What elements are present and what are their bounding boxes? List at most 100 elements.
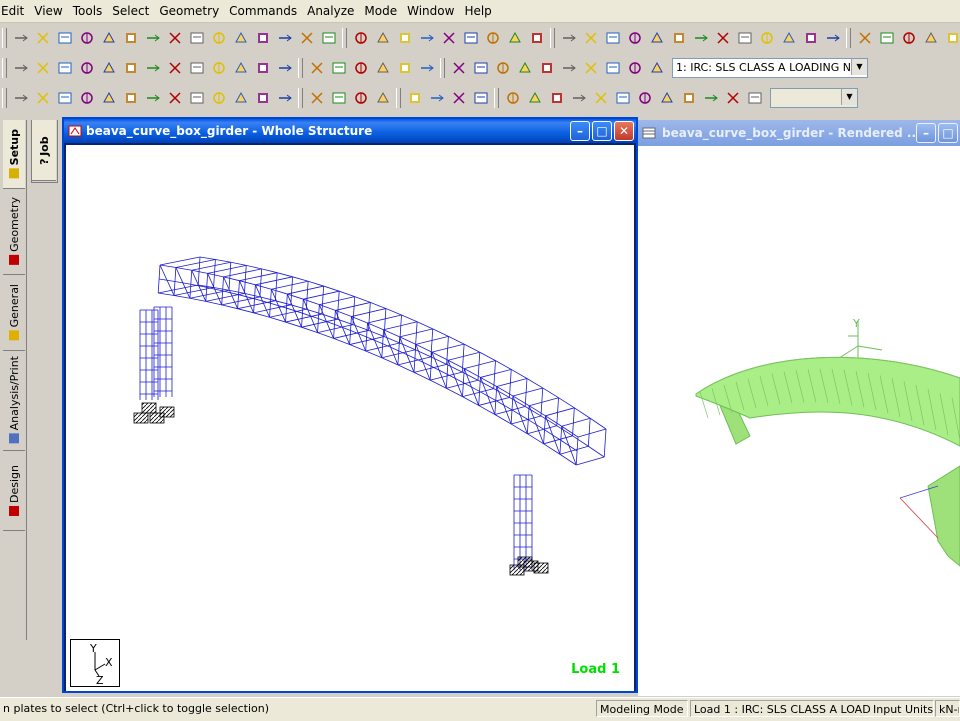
tool-row2-9-button[interactable]: [208, 57, 230, 79]
toolbar-grip[interactable]: [494, 87, 499, 108]
tool-row1-18-button[interactable]: [416, 27, 438, 49]
tool-row3-15-button[interactable]: [350, 87, 372, 109]
tool-row3-29-button[interactable]: [678, 87, 700, 109]
tool-row2-14-button[interactable]: [328, 57, 350, 79]
tool-row1-30-button[interactable]: [690, 27, 712, 49]
tool-row3-19-button[interactable]: [448, 87, 470, 109]
tool-row3-22-button[interactable]: [524, 87, 546, 109]
rendered-viewport[interactable]: Y: [638, 146, 960, 696]
menu-analyze[interactable]: Analyze: [302, 0, 359, 22]
tool-row2-25-button[interactable]: [580, 57, 602, 79]
tool-row1-9-button[interactable]: [208, 27, 230, 49]
tool-row1-13-button[interactable]: [296, 27, 318, 49]
tool-row1-26-button[interactable]: [602, 27, 624, 49]
tool-row1-36-button[interactable]: [822, 27, 844, 49]
tool-row2-4-button[interactable]: [98, 57, 120, 79]
status-units-value[interactable]: kN-m: [935, 700, 960, 717]
secondary-dropdown[interactable]: ▼: [770, 87, 858, 108]
tab-geometry[interactable]: Geometry: [3, 188, 25, 275]
tool-row3-26-button[interactable]: [612, 87, 634, 109]
menu-select[interactable]: Select: [107, 0, 154, 22]
tool-row2-17-button[interactable]: [394, 57, 416, 79]
tool-row3-28-button[interactable]: [656, 87, 678, 109]
whole-structure-window[interactable]: beava_curve_box_girder - Whole Structure…: [62, 117, 638, 693]
tool-row3-31-button[interactable]: [722, 87, 744, 109]
tool-row3-3-button[interactable]: [76, 87, 98, 109]
load-case-dropdown[interactable]: 1: IRC: SLS CLASS A LOADING N27 ▼: [672, 57, 868, 78]
tool-row3-9-button[interactable]: [208, 87, 230, 109]
tool-row2-15-button[interactable]: [350, 57, 372, 79]
tool-row1-25-button[interactable]: [580, 27, 602, 49]
tool-row1-20-button[interactable]: [460, 27, 482, 49]
menu-edit[interactable]: Edit: [0, 0, 29, 22]
menu-window[interactable]: Window: [402, 0, 459, 22]
tab-job[interactable]: ? Job: [32, 120, 56, 181]
rendered-minimize-button[interactable]: –: [916, 123, 936, 143]
toolbar-grip[interactable]: [2, 27, 7, 48]
tool-row3-14-button[interactable]: [328, 87, 350, 109]
tool-row1-24-button[interactable]: [558, 27, 580, 49]
tool-row2-21-button[interactable]: [492, 57, 514, 79]
tool-row3-20-button[interactable]: [470, 87, 492, 109]
tool-row1-1-button[interactable]: [32, 27, 54, 49]
tool-row2-27-button[interactable]: [624, 57, 646, 79]
tool-row1-10-button[interactable]: [230, 27, 252, 49]
tool-row3-13-button[interactable]: [306, 87, 328, 109]
tool-row1-38-button[interactable]: [876, 27, 898, 49]
toolbar-grip[interactable]: [846, 27, 851, 48]
tool-row3-32-button[interactable]: [744, 87, 766, 109]
tool-row3-0-button[interactable]: [10, 87, 32, 109]
tool-row1-28-button[interactable]: [646, 27, 668, 49]
tool-row1-0-button[interactable]: [10, 27, 32, 49]
tool-row3-23-button[interactable]: [546, 87, 568, 109]
tool-row1-16-button[interactable]: [372, 27, 394, 49]
tab-analysis-print[interactable]: Analysis/Print: [3, 350, 25, 451]
tool-row3-1-button[interactable]: [32, 87, 54, 109]
tool-row3-21-button[interactable]: [502, 87, 524, 109]
tool-row2-2-button[interactable]: [54, 57, 76, 79]
tool-row2-24-button[interactable]: [558, 57, 580, 79]
tool-row1-33-button[interactable]: [756, 27, 778, 49]
tool-row1-4-button[interactable]: [98, 27, 120, 49]
structure-viewport[interactable]: Y X Z Load 1: [66, 145, 634, 691]
tool-row3-11-button[interactable]: [252, 87, 274, 109]
tool-row1-5-button[interactable]: [120, 27, 142, 49]
tab-setup[interactable]: Setup: [3, 120, 25, 189]
tool-row1-40-button[interactable]: [920, 27, 942, 49]
toolbar-grip[interactable]: [2, 57, 7, 78]
tool-row3-6-button[interactable]: [142, 87, 164, 109]
tool-row3-5-button[interactable]: [120, 87, 142, 109]
tool-row3-12-button[interactable]: [274, 87, 296, 109]
tool-row3-18-button[interactable]: [426, 87, 448, 109]
tool-row3-4-button[interactable]: [98, 87, 120, 109]
toolbar-grip[interactable]: [298, 87, 303, 108]
menu-commands[interactable]: Commands: [224, 0, 302, 22]
rendered-view-window[interactable]: beava_curve_box_girder - Rendered ... – …: [638, 120, 960, 696]
tool-row3-2-button[interactable]: [54, 87, 76, 109]
tool-row2-1-button[interactable]: [32, 57, 54, 79]
tool-row1-19-button[interactable]: [438, 27, 460, 49]
tool-row2-23-button[interactable]: [536, 57, 558, 79]
tool-row1-14-button[interactable]: [318, 27, 340, 49]
rendered-view-titlebar[interactable]: beava_curve_box_girder - Rendered ... – …: [638, 120, 960, 146]
maximize-button[interactable]: □: [592, 121, 612, 141]
tool-row1-31-button[interactable]: [712, 27, 734, 49]
toolbar-grip[interactable]: [2, 87, 7, 108]
tool-row1-3-button[interactable]: [76, 27, 98, 49]
toolbar-grip[interactable]: [396, 87, 401, 108]
tool-row3-27-button[interactable]: [634, 87, 656, 109]
tool-row2-5-button[interactable]: [120, 57, 142, 79]
menu-help[interactable]: Help: [459, 0, 496, 22]
rendered-maximize-button[interactable]: □: [938, 123, 958, 143]
tool-row1-17-button[interactable]: [394, 27, 416, 49]
toolbar-grip[interactable]: [440, 57, 445, 78]
tool-row2-16-button[interactable]: [372, 57, 394, 79]
tool-row1-2-button[interactable]: [54, 27, 76, 49]
tool-row3-30-button[interactable]: [700, 87, 722, 109]
tool-row3-8-button[interactable]: [186, 87, 208, 109]
menu-view[interactable]: View: [29, 0, 67, 22]
menu-tools[interactable]: Tools: [68, 0, 108, 22]
tool-row2-0-button[interactable]: [10, 57, 32, 79]
tool-row2-6-button[interactable]: [142, 57, 164, 79]
toolbar-grip[interactable]: [550, 27, 555, 48]
